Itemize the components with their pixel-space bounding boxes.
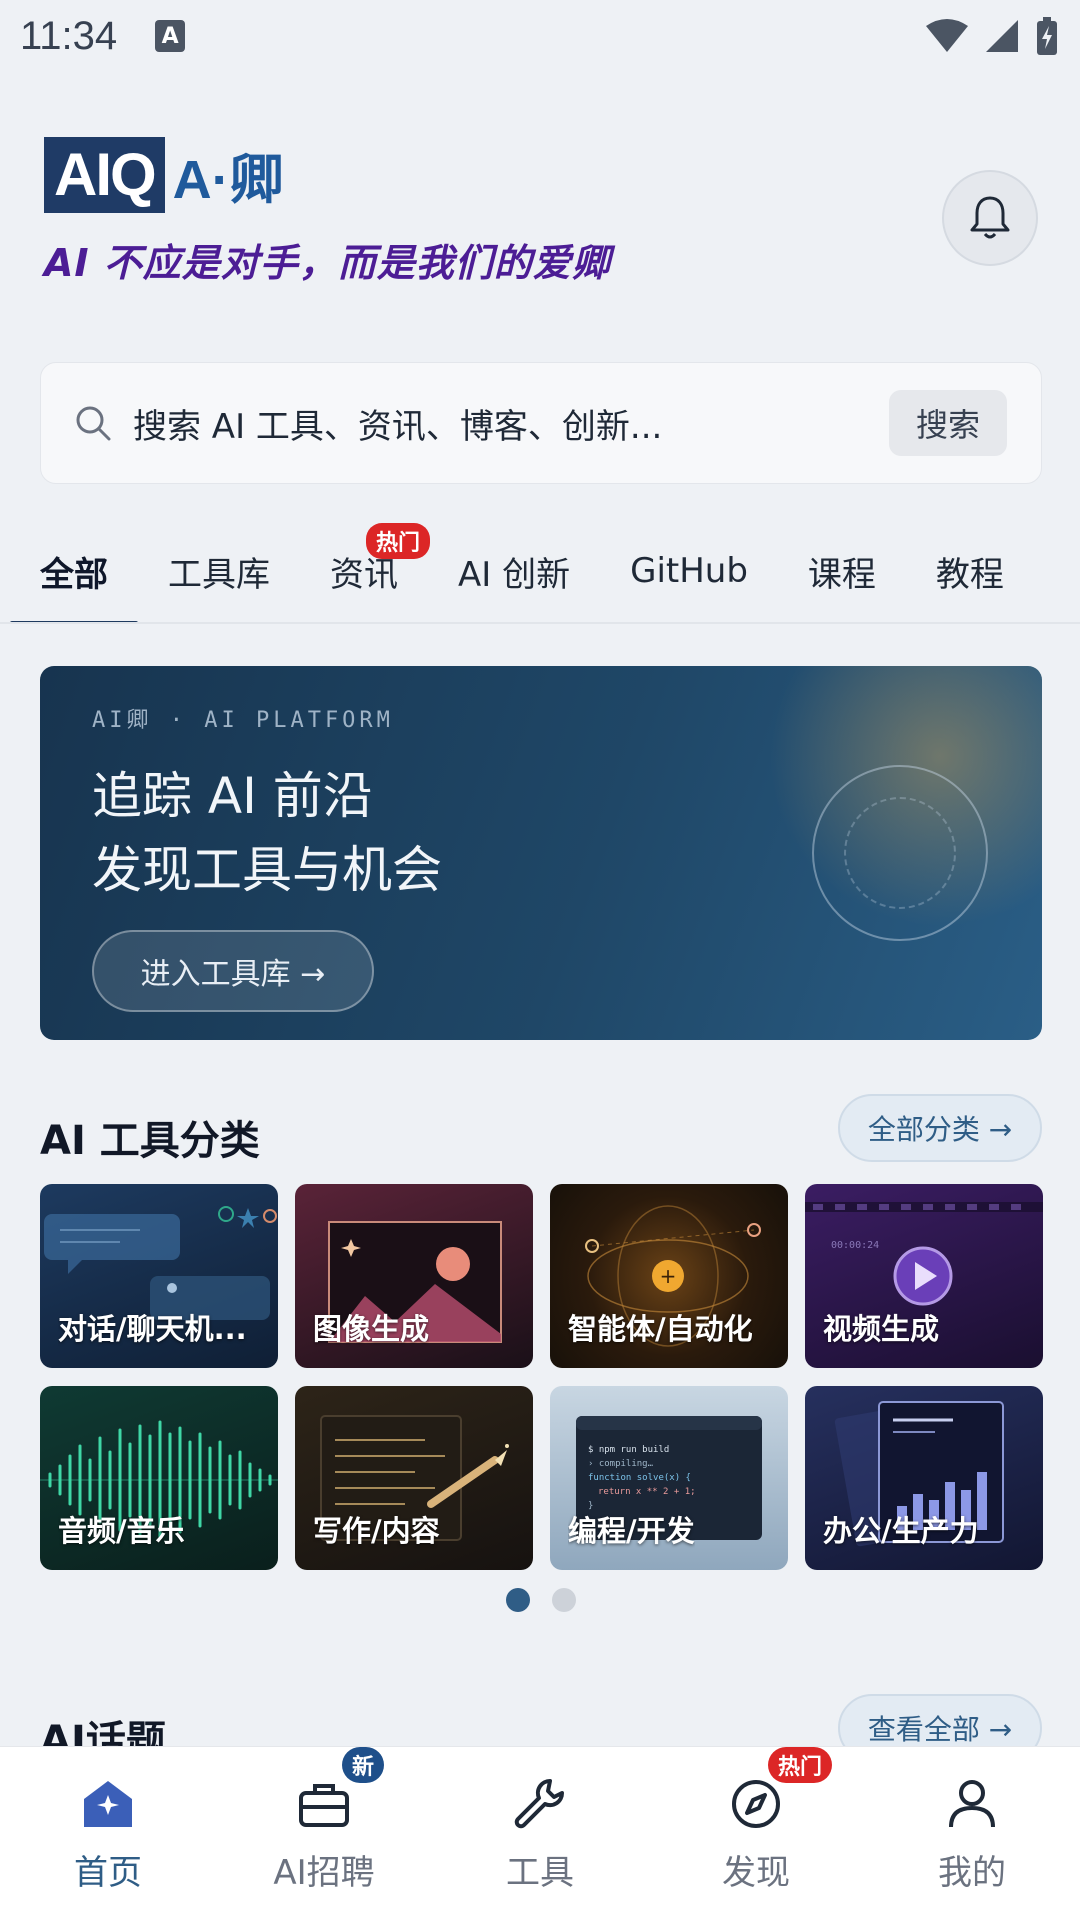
briefcase-icon: [299, 1784, 349, 1827]
battery-icon: [1037, 17, 1057, 55]
category-tabs: 全部 工具库 资讯 热门 AI 创新 GitHub 课程 教程: [0, 520, 1080, 624]
category-label: 音频/音乐: [58, 1514, 185, 1548]
category-label: 写作/内容: [313, 1514, 440, 1548]
category-grid: 对话/聊天机... 图像生成 + 智能体/自动化 00:00:24 视频生成 音…: [40, 1184, 1043, 1570]
user-icon: [949, 1780, 995, 1828]
svg-text:+: +: [660, 1264, 677, 1288]
home-icon: [84, 1781, 132, 1827]
logo-text: A·卿: [172, 150, 284, 210]
category-card-video[interactable]: 00:00:24 视频生成: [805, 1184, 1043, 1368]
code-line: return x ** 2 + 1;: [598, 1487, 696, 1497]
logo-box: AIQ: [44, 136, 165, 213]
hot-badge: 热门: [768, 1747, 833, 1783]
nav-label: 我的: [938, 1853, 1006, 1893]
search-bar[interactable]: 搜索 AI 工具、资讯、博客、创新... 搜索: [40, 362, 1042, 484]
search-icon: [76, 406, 111, 441]
category-label: 图像生成: [313, 1312, 430, 1346]
nav-tools[interactable]: 工具: [432, 1747, 648, 1920]
compass-icon: [732, 1780, 780, 1828]
nav-discover[interactable]: 热门 发现: [648, 1747, 864, 1920]
status-time: 11:34: [20, 13, 118, 58]
search-input[interactable]: 搜索 AI 工具、资讯、博客、创新...: [133, 399, 889, 448]
tab-github[interactable]: GitHub: [630, 520, 748, 622]
carousel-pagination: [506, 1588, 576, 1612]
tab-label: 课程: [807, 554, 876, 595]
all-categories-button[interactable]: 全部分类 →: [838, 1094, 1042, 1162]
tab-label: 工具库: [168, 554, 270, 595]
nav-label: 工具: [506, 1853, 574, 1893]
wifi-icon: [926, 19, 968, 52]
bottom-navigation: 首页 新 AI招聘 工具 热门 发现 我的: [0, 1746, 1080, 1920]
page-dot-active[interactable]: [506, 1588, 530, 1612]
tab-label: AI 创新: [458, 554, 571, 595]
banner-title-line1: 追踪 AI 前沿: [92, 767, 373, 825]
hot-badge: 热门: [366, 523, 431, 559]
category-card-writing[interactable]: 写作/内容: [295, 1386, 533, 1570]
nav-profile[interactable]: 我的: [864, 1747, 1080, 1920]
status-bar: 11:34 A: [0, 0, 1080, 72]
signal-icon: [986, 20, 1018, 52]
banner-title-line2: 发现工具与机会: [92, 841, 442, 899]
category-label: 视频生成: [823, 1312, 940, 1346]
tab-label: 全部: [40, 554, 108, 595]
category-label: 编程/开发: [568, 1514, 695, 1548]
keyboard-indicator-icon: A: [155, 20, 186, 52]
tab-all[interactable]: 全部: [10, 520, 138, 622]
enter-tool-library-button[interactable]: 进入工具库 →: [92, 930, 374, 1012]
nav-label: 发现: [722, 1853, 790, 1893]
logo: AIQ A·卿: [44, 135, 1044, 214]
page-dot[interactable]: [552, 1588, 576, 1612]
code-line: function solve(x) {: [588, 1473, 691, 1483]
category-label: 办公/生产力: [823, 1514, 979, 1548]
tab-label: 教程: [935, 554, 1004, 595]
bell-icon: [970, 196, 1010, 239]
banner-kicker: AI卿 · AI PLATFORM: [92, 708, 394, 733]
search-button[interactable]: 搜索: [889, 390, 1007, 456]
tab-ai-innovation[interactable]: AI 创新: [458, 520, 571, 622]
tab-tools[interactable]: 工具库: [168, 520, 270, 622]
slogan: AI 不应是对手，而是我们的爱卿: [44, 241, 611, 285]
hero-banner[interactable]: AI卿 · AI PLATFORM 追踪 AI 前沿 发现工具与机会 进入工具库…: [40, 666, 1042, 1040]
category-card-chat[interactable]: 对话/聊天机...: [40, 1184, 278, 1368]
code-line: › compiling…: [588, 1459, 654, 1469]
nav-label: AI招聘: [273, 1853, 375, 1893]
tab-label: GitHub: [630, 551, 748, 591]
category-card-coding[interactable]: $ npm run build › compiling… function so…: [550, 1386, 788, 1570]
code-line: $ npm run build: [588, 1445, 669, 1455]
video-timestamp: 00:00:24: [831, 1240, 879, 1251]
category-card-agents[interactable]: + 智能体/自动化: [550, 1184, 788, 1368]
app-header: AIQ A·卿 AI 不应是对手，而是我们的爱卿: [44, 135, 1044, 287]
nav-home[interactable]: 首页: [0, 1747, 216, 1920]
new-badge: 新: [342, 1747, 385, 1783]
tab-courses[interactable]: 课程: [807, 520, 876, 622]
wrench-icon: [514, 1778, 565, 1829]
nav-jobs[interactable]: 新 AI招聘: [216, 1747, 432, 1920]
category-card-image[interactable]: 图像生成: [295, 1184, 533, 1368]
notification-button[interactable]: [942, 170, 1038, 266]
category-card-audio[interactable]: 音频/音乐: [40, 1386, 278, 1570]
tab-tutorials[interactable]: 教程: [935, 520, 1004, 622]
category-label: 智能体/自动化: [568, 1312, 753, 1346]
section-title-tool-categories: AI 工具分类: [40, 1118, 260, 1164]
category-card-office[interactable]: 办公/生产力: [805, 1386, 1043, 1570]
category-label: 对话/聊天机...: [58, 1312, 247, 1346]
decorative-ring-inner: [844, 797, 956, 909]
nav-label: 首页: [74, 1853, 142, 1893]
tab-news[interactable]: 资讯 热门: [330, 520, 431, 622]
